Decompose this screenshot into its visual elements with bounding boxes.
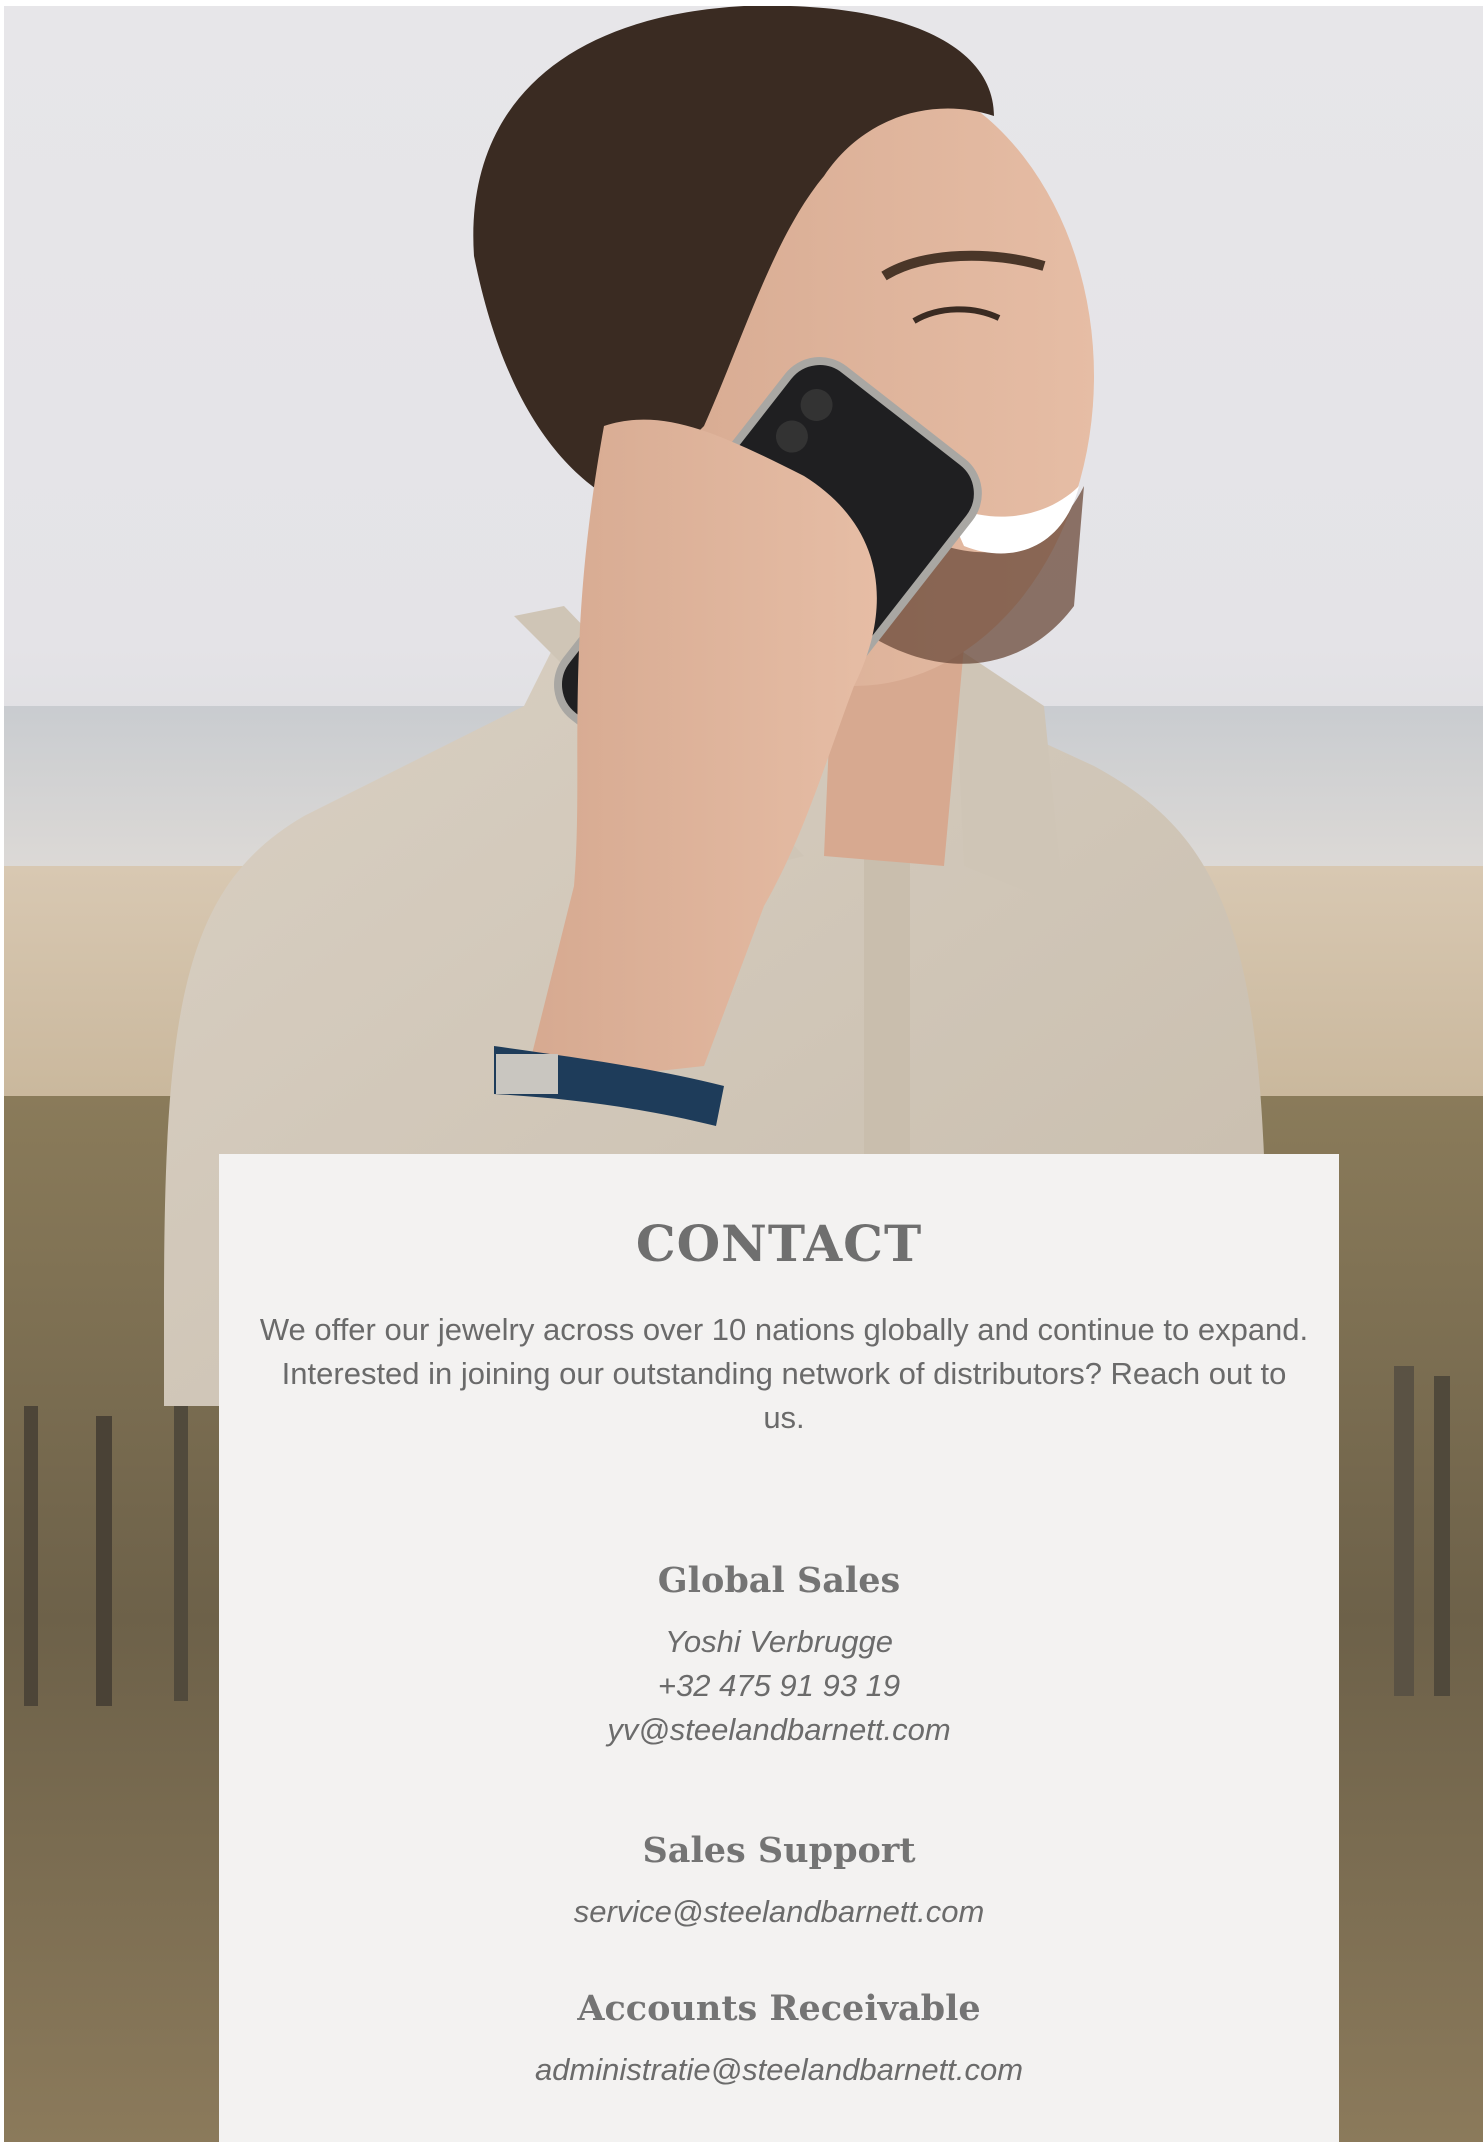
global-sales-name: Yoshi Verbrugge [664, 1624, 894, 1659]
contact-card: CONTACT We offer our jewelry across over… [219, 1154, 1339, 2142]
global-sales-email[interactable]: yv@steelandbarnett.com [219, 1712, 1339, 1748]
accounts-receivable-email[interactable]: administratie@steelandbarnett.com [219, 2052, 1339, 2088]
contact-intro: We offer our jewelry across over 10 nati… [259, 1312, 1309, 1435]
global-sales-phone[interactable]: +32 475 91 93 19 [219, 1668, 1339, 1704]
sales-support-email[interactable]: service@steelandbarnett.com [219, 1894, 1339, 1930]
accounts-receivable-heading: Accounts Receivable [577, 1988, 981, 2029]
global-sales-heading: Global Sales [657, 1560, 901, 1601]
contact-page: CONTACT We offer our jewelry across over… [0, 0, 1483, 2142]
contact-title: CONTACT [635, 1214, 923, 1273]
sales-support-heading: Sales Support [642, 1830, 916, 1871]
